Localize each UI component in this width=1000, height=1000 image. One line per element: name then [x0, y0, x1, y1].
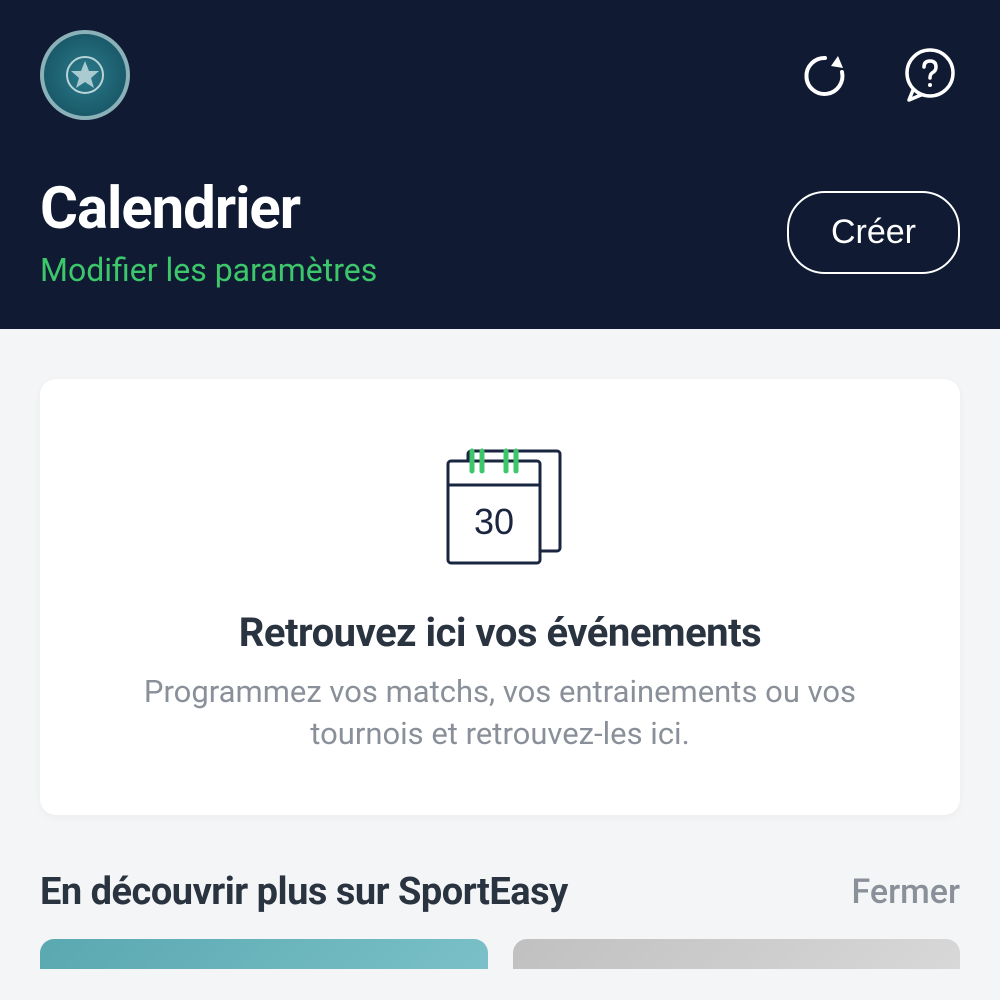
calendar-day-text: 30: [474, 501, 514, 542]
content-area: 30 Retrouvez ici vos événements Programm…: [0, 329, 1000, 989]
help-button[interactable]: [900, 45, 960, 105]
empty-state-card: 30 Retrouvez ici vos événements Programm…: [40, 379, 960, 815]
discover-title: En découvrir plus sur SportEasy: [40, 870, 568, 914]
settings-link[interactable]: Modifier les paramètres: [40, 251, 377, 289]
promo-card-1[interactable]: [40, 939, 488, 969]
create-button[interactable]: Créer: [787, 191, 960, 274]
page-title: Calendrier: [40, 175, 377, 243]
header-top-row: [40, 30, 960, 120]
discover-header: En découvrir plus sur SportEasy Fermer: [40, 870, 960, 914]
empty-state-title: Retrouvez ici vos événements: [239, 609, 761, 656]
refresh-icon: [800, 50, 850, 100]
header-title-row: Calendrier Modifier les paramètres Créer: [40, 175, 960, 289]
title-section: Calendrier Modifier les paramètres: [40, 175, 377, 289]
promo-card-2[interactable]: [513, 939, 961, 969]
empty-state-description: Programmez vos matchs, vos entrainements…: [100, 671, 900, 755]
team-logo[interactable]: [40, 30, 130, 120]
promo-cards-row: [40, 939, 960, 969]
header-icons: [795, 45, 960, 105]
close-button[interactable]: Fermer: [852, 872, 960, 912]
help-icon: [901, 46, 959, 104]
refresh-button[interactable]: [795, 45, 855, 105]
team-logo-star-icon: [65, 55, 105, 95]
app-header: Calendrier Modifier les paramètres Créer: [0, 0, 1000, 329]
calendar-icon: 30: [430, 429, 570, 569]
